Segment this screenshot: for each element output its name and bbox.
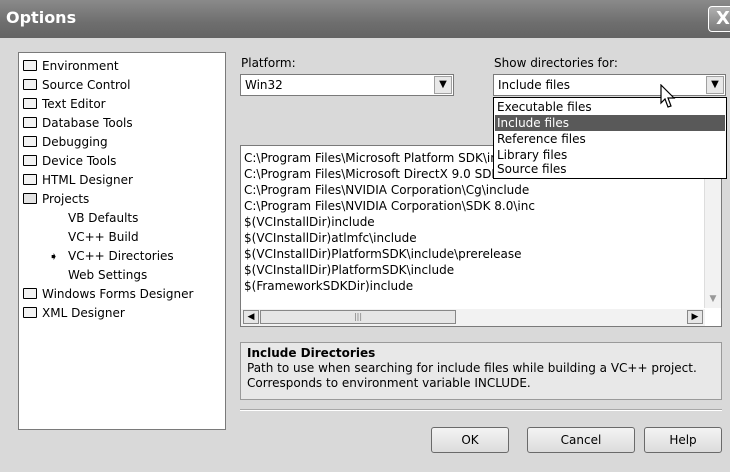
tree-item-xml-designer[interactable]: XML Designer <box>23 304 125 323</box>
list-item[interactable]: $(VCInstallDir)include <box>244 214 375 230</box>
tree-item-web-settings[interactable]: Web Settings <box>68 266 147 285</box>
tree-item-debugging[interactable]: Debugging <box>23 133 108 152</box>
ok-button[interactable]: OK <box>431 427 509 453</box>
description-text: Path to use when searching for include f… <box>247 361 697 375</box>
scroll-thumb[interactable]: ||| <box>260 310 456 324</box>
platform-label: Platform: <box>241 56 296 70</box>
window-title: Options <box>6 8 77 27</box>
tree-item-windows-forms-designer[interactable]: Windows Forms Designer <box>23 285 193 304</box>
divider <box>240 409 722 411</box>
folder-icon <box>23 60 37 71</box>
description-title: Include Directories <box>247 346 376 360</box>
platform-select[interactable]: Win32 ▼ <box>240 74 454 96</box>
folder-icon <box>23 136 37 147</box>
dropdown-option[interactable]: Include files <box>495 115 725 131</box>
title-bar[interactable]: Options X <box>0 0 730 38</box>
help-button[interactable]: Help <box>644 427 722 453</box>
cancel-button[interactable]: Cancel <box>527 427 635 453</box>
dropdown-option[interactable]: Reference files <box>495 131 725 147</box>
list-item[interactable]: $(VCInstallDir)atlmfc\include <box>244 230 417 246</box>
description-text: Corresponds to environment variable INCL… <box>247 376 531 390</box>
tree-item-vb-defaults[interactable]: VB Defaults <box>68 209 138 228</box>
scroll-left-icon[interactable]: ◀ <box>243 310 259 324</box>
folder-icon <box>23 307 37 318</box>
tree-item-database-tools[interactable]: Database Tools <box>23 114 133 133</box>
chevron-down-icon[interactable]: ▼ <box>434 76 452 94</box>
dropdown-option[interactable]: Source files <box>495 161 725 177</box>
tree-item-environment[interactable]: Environment <box>23 57 119 76</box>
list-item[interactable]: C:\Program Files\Microsoft Platform SDK\… <box>244 150 498 166</box>
folder-icon <box>23 174 37 185</box>
tree-item-vc-build[interactable]: VC++ Build <box>68 228 139 247</box>
show-directories-dropdown[interactable]: Executable files Include files Reference… <box>493 97 727 179</box>
folder-icon <box>23 155 37 166</box>
scroll-down-icon[interactable]: ▼ <box>706 292 720 306</box>
show-directories-select[interactable]: Include files ▼ <box>493 74 726 96</box>
show-directories-label: Show directories for: <box>494 56 618 70</box>
list-item[interactable]: C:\Program Files\NVIDIA Corporation\Cg\i… <box>244 182 529 198</box>
close-button[interactable]: X <box>708 6 730 32</box>
chevron-down-icon[interactable]: ▼ <box>706 76 724 94</box>
horizontal-scrollbar[interactable]: ◀ ||| ▶ <box>241 309 705 326</box>
folder-open-icon <box>23 193 37 204</box>
folder-icon <box>23 117 37 128</box>
tree-item-source-control[interactable]: Source Control <box>23 76 130 95</box>
tree-item-html-designer[interactable]: HTML Designer <box>23 171 133 190</box>
mouse-pointer-icon <box>660 84 676 108</box>
selection-arrow-icon: ➧ <box>49 250 59 263</box>
tree-item-projects[interactable]: Projects <box>23 190 89 209</box>
list-item[interactable]: C:\Program Files\Microsoft DirectX 9.0 S… <box>244 166 499 182</box>
list-item[interactable]: C:\Program Files\NVIDIA Corporation\SDK … <box>244 198 535 214</box>
folder-icon <box>23 98 37 109</box>
folder-icon <box>23 288 37 299</box>
options-dialog: Options X Environment Source Control Tex… <box>0 0 730 472</box>
list-item[interactable]: $(VCInstallDir)PlatformSDK\include\prere… <box>244 246 522 262</box>
tree-item-text-editor[interactable]: Text Editor <box>23 95 106 114</box>
list-item[interactable]: $(FrameworkSDKDir)include <box>244 278 413 294</box>
tree-item-device-tools[interactable]: Device Tools <box>23 152 116 171</box>
folder-icon <box>23 79 37 90</box>
dropdown-option[interactable]: Executable files <box>495 99 725 115</box>
tree-item-vc-directories[interactable]: ➧ VC++ Directories <box>49 247 174 266</box>
scroll-right-icon[interactable]: ▶ <box>687 310 703 324</box>
description-panel: Include Directories Path to use when sea… <box>240 342 722 400</box>
category-tree[interactable]: Environment Source Control Text Editor D… <box>18 52 226 430</box>
list-item[interactable]: $(VCInstallDir)PlatformSDK\include <box>244 262 454 278</box>
